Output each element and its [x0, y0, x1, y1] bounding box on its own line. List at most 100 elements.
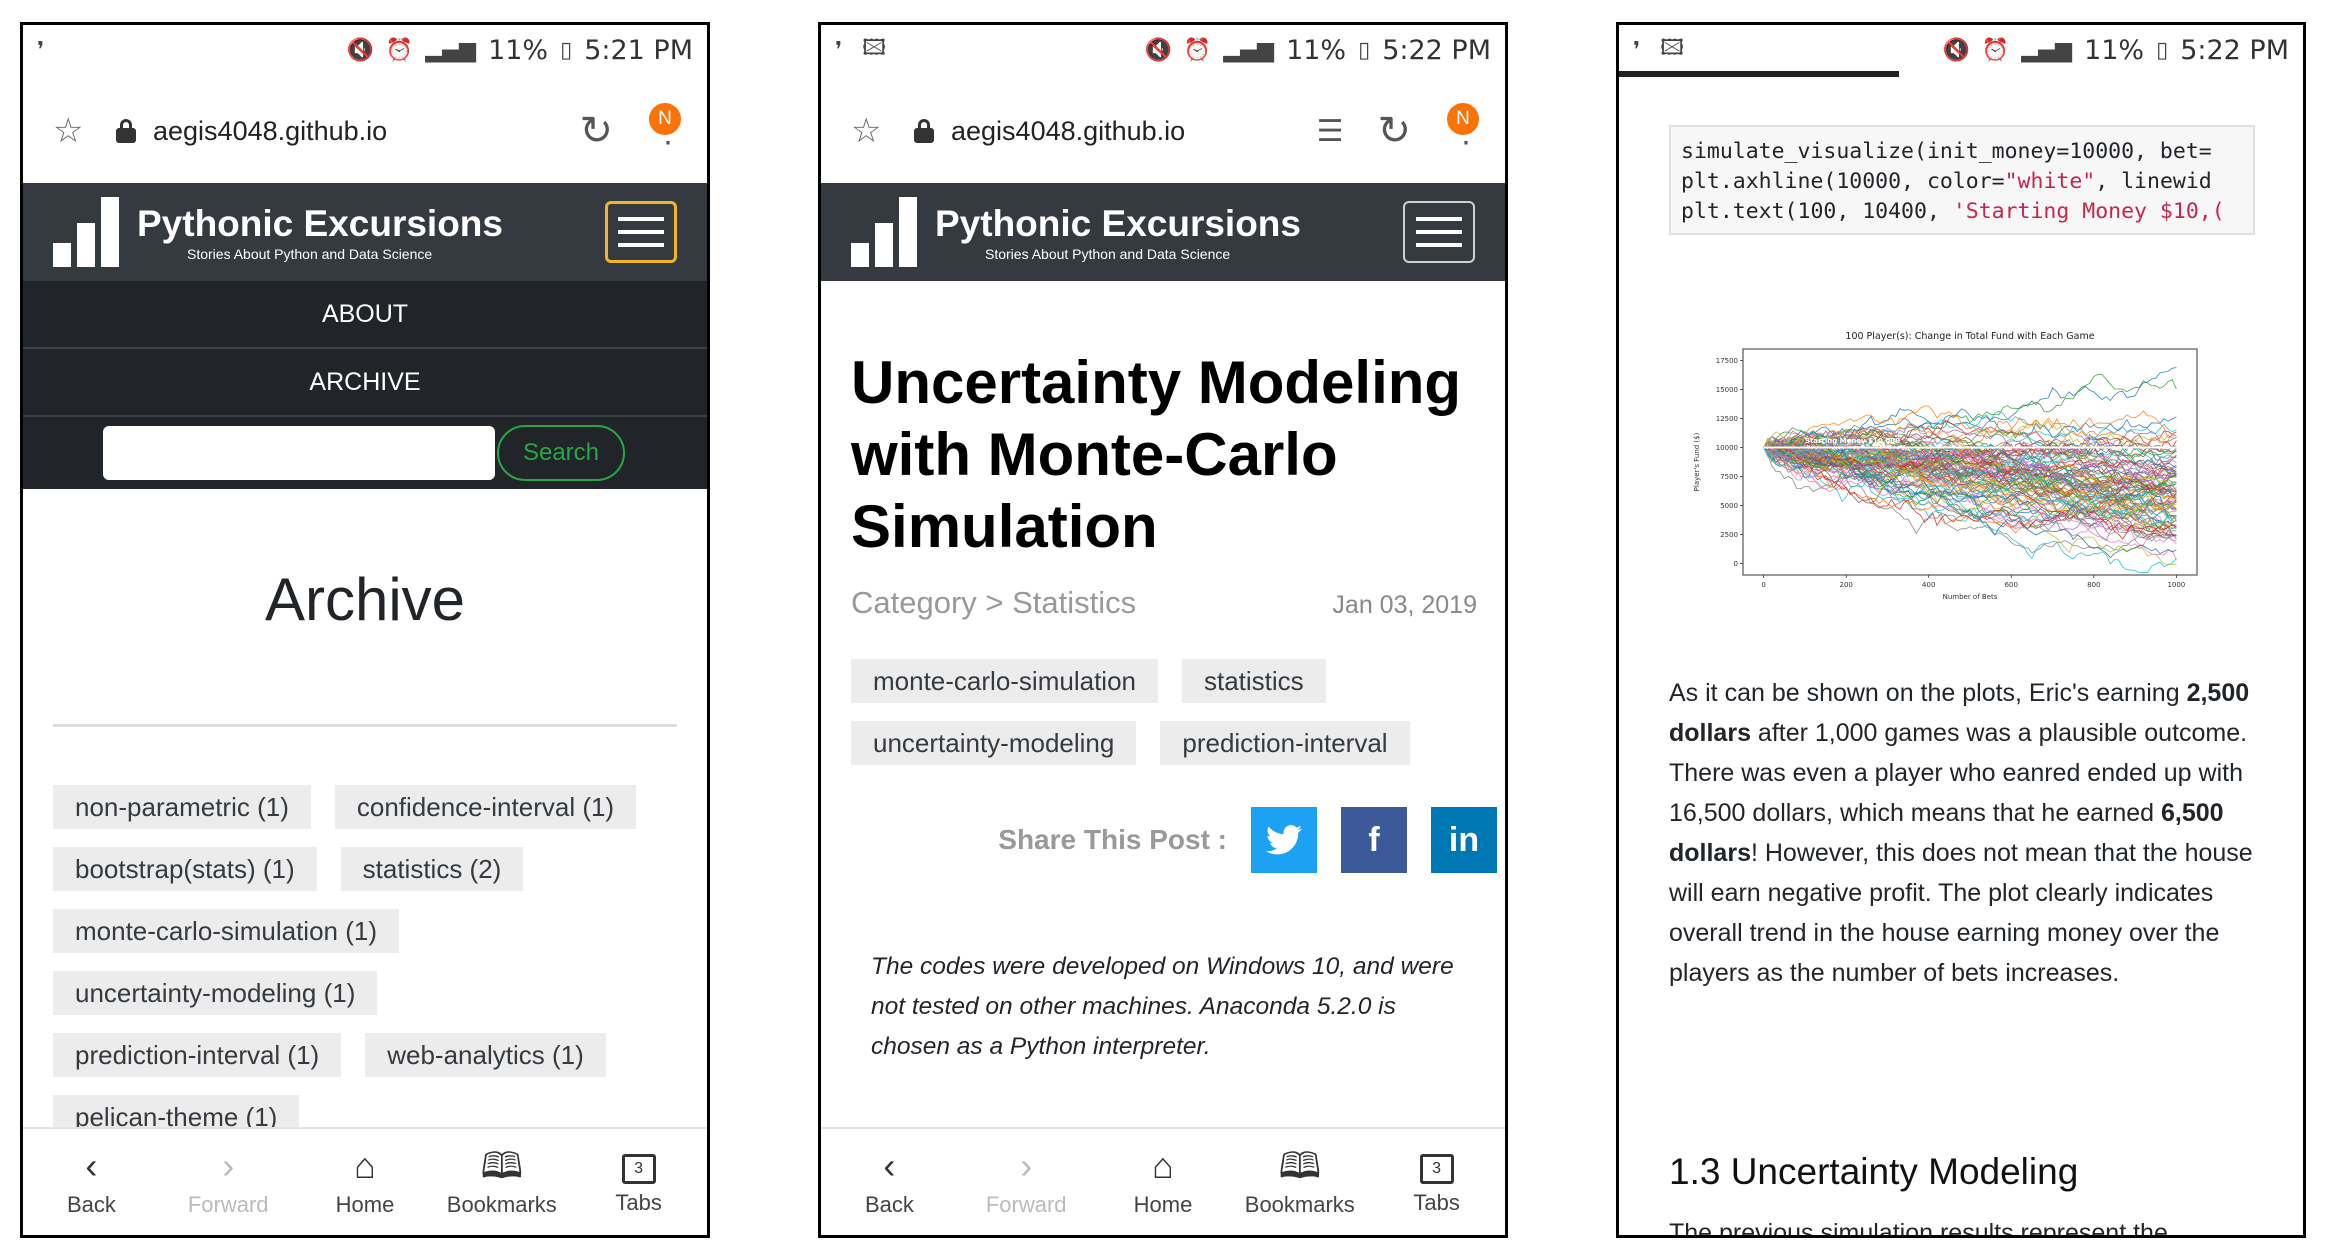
back-button[interactable]: ‹ Back [23, 1129, 160, 1235]
y-tick-label: 7500 [1720, 473, 1738, 481]
forward-button[interactable]: › Forward [958, 1129, 1095, 1235]
site-subtitle: Stories About Python and Data Science [187, 246, 433, 262]
site-header: Pythonic Excursions Stories About Python… [23, 183, 707, 281]
bookmarks-label: Bookmarks [446, 1192, 557, 1217]
reload-icon[interactable]: ↻ [579, 111, 613, 151]
y-tick-label: 0 [1734, 560, 1738, 568]
y-tick-label: 5000 [1720, 502, 1738, 510]
site-title[interactable]: Pythonic Excursions [935, 202, 1301, 246]
post-date: Jan 03, 2019 [1332, 591, 1477, 619]
status-bar: ❜ 🔇 ⏰ ▂▄▆ 11% ▯ 5:21 PM [23, 25, 707, 75]
forward-icon: › [222, 1145, 235, 1186]
facebook-icon: f [1368, 820, 1380, 859]
status-time: 5:22 PM [1382, 34, 1491, 66]
forward-button[interactable]: › Forward [160, 1129, 297, 1235]
reload-icon[interactable]: ↻ [1377, 111, 1411, 151]
phone-screenshot-post: ❜ 🖾 🔇 ⏰ ▂▄▆ 11% ▯ 5:22 PM ☆ aegis4048.gi… [818, 22, 1508, 1238]
notification-icon: ❜ [835, 37, 843, 63]
reader-mode-icon[interactable]: ☰ [1317, 114, 1344, 149]
tabs-button[interactable]: 3 Tabs [1368, 1129, 1505, 1235]
paragraph-text: As it can be shown on the plots, Eric's … [1669, 679, 2187, 707]
status-bar: ❜ 🖾 🔇 ⏰ ▂▄▆ 11% ▯ 5:22 PM [1619, 25, 2303, 75]
home-icon: ⌂ [354, 1145, 376, 1186]
lock-icon [913, 119, 935, 143]
bookmarks-icon: 🕮 [480, 1145, 524, 1186]
address-bar: ☆ aegis4048.github.io ☰ ↻ ⋮ N [821, 79, 1505, 183]
battery-icon: ▯ [1358, 37, 1371, 63]
post-category[interactable]: Category > Statistics [851, 585, 1136, 621]
site-logo-icon[interactable] [851, 197, 921, 267]
tag-link[interactable]: bootstrap(stats) (1) [53, 847, 317, 891]
tabs-label: Tabs [1413, 1190, 1460, 1215]
search-button[interactable]: Search [497, 425, 625, 481]
tabs-icon: 3 [621, 1154, 656, 1184]
code-token: plt.axhline(10000, color= [1681, 169, 2005, 194]
hamburger-menu-button[interactable] [1403, 201, 1475, 263]
y-tick-label: 12500 [1716, 415, 1738, 423]
monte-carlo-plot: 100 Player(s): Change in Total Fund with… [1693, 331, 2198, 601]
back-label: Back [864, 1192, 914, 1217]
alarm-icon: ⏰ [1981, 37, 2010, 63]
site-header: Pythonic Excursions Stories About Python… [821, 183, 1505, 281]
chart-title: 100 Player(s): Change in Total Fund with… [1845, 331, 2094, 342]
browser-menu-button[interactable]: ⋮ N [647, 103, 683, 151]
tabs-label: Tabs [615, 1190, 662, 1215]
bookmarks-icon: 🕮 [1278, 1145, 1322, 1186]
page-title: Archive [264, 566, 466, 633]
bookmarks-button[interactable]: 🕮 Bookmarks [1231, 1129, 1368, 1235]
nav-item-about[interactable]: ABOUT [23, 281, 707, 349]
tag-link[interactable]: confidence-interval (1) [334, 785, 637, 829]
y-tick-label: 15000 [1716, 386, 1738, 394]
tag-link[interactable]: prediction-interval [1160, 721, 1410, 765]
url-text[interactable]: aegis4048.github.io [153, 116, 387, 147]
bookmark-star-icon[interactable]: ☆ [851, 111, 899, 151]
browser-bottom-nav: ‹ Back › Forward ⌂ Home 🕮 Bookmarks 3 Ta… [23, 1127, 707, 1235]
share-bar: Share This Post : f in [821, 807, 1505, 873]
x-tick-label: 600 [2005, 581, 2018, 589]
tag-link[interactable]: uncertainty-modeling (1) [53, 971, 378, 1015]
tag-link[interactable]: statistics (2) [340, 847, 524, 891]
browser-menu-button[interactable]: ⋮ N [1445, 103, 1481, 151]
notification-icon: ❜ [1633, 37, 1641, 63]
hamburger-menu-button[interactable] [605, 201, 677, 263]
x-tick-label: 200 [1839, 581, 1852, 589]
tag-link[interactable]: monte-carlo-simulation (1) [53, 909, 399, 953]
tag-link[interactable]: monte-carlo-simulation [851, 659, 1158, 703]
article-paragraph: As it can be shown on the plots, Eric's … [1669, 673, 2269, 993]
tag-link[interactable]: non-parametric (1) [53, 785, 311, 829]
notification-badge: N [649, 103, 681, 135]
x-tick-label: 0 [1761, 581, 1765, 589]
home-button[interactable]: ⌂ Home [1095, 1129, 1232, 1235]
site-title[interactable]: Pythonic Excursions [137, 202, 503, 246]
section-heading: 1.3 Uncertainty Modeling [1669, 1151, 2079, 1192]
twitter-share-button[interactable] [1251, 807, 1317, 873]
linkedin-icon: in [1448, 820, 1480, 859]
back-label: Back [66, 1192, 116, 1217]
tabs-button[interactable]: 3 Tabs [570, 1129, 707, 1235]
code-string: "white" [2004, 169, 2096, 194]
search-input[interactable] [103, 426, 495, 480]
tag-link[interactable]: uncertainty-modeling [851, 721, 1137, 765]
mute-icon: 🔇 [346, 37, 374, 63]
battery-percent: 11% [2084, 34, 2145, 66]
tag-link[interactable]: statistics [1181, 659, 1326, 703]
x-tick-label: 400 [1922, 581, 1935, 589]
url-text[interactable]: aegis4048.github.io [951, 116, 1185, 147]
back-button[interactable]: ‹ Back [821, 1129, 958, 1235]
home-button[interactable]: ⌂ Home [297, 1129, 434, 1235]
tag-link[interactable]: prediction-interval (1) [53, 1033, 342, 1077]
status-bar: ❜ 🖾 🔇 ⏰ ▂▄▆ 11% ▯ 5:22 PM [821, 25, 1505, 75]
site-logo-icon[interactable] [53, 197, 123, 267]
nav-item-archive[interactable]: ARCHIVE [23, 349, 707, 417]
share-label: Share This Post : [998, 824, 1227, 855]
status-time: 5:21 PM [584, 34, 693, 66]
linkedin-share-button[interactable]: in [1431, 807, 1497, 873]
facebook-share-button[interactable]: f [1341, 807, 1407, 873]
back-icon: ‹ [883, 1145, 896, 1186]
tabs-icon: 3 [1419, 1154, 1454, 1184]
y-tick-label: 2500 [1720, 531, 1738, 539]
phone-screenshot-article-plot: ❜ 🖾 🔇 ⏰ ▂▄▆ 11% ▯ 5:22 PM simulate_visua… [1616, 22, 2306, 1238]
bookmarks-button[interactable]: 🕮 Bookmarks [433, 1129, 570, 1235]
tag-link[interactable]: web-analytics (1) [365, 1033, 606, 1077]
bookmark-star-icon[interactable]: ☆ [53, 111, 101, 151]
